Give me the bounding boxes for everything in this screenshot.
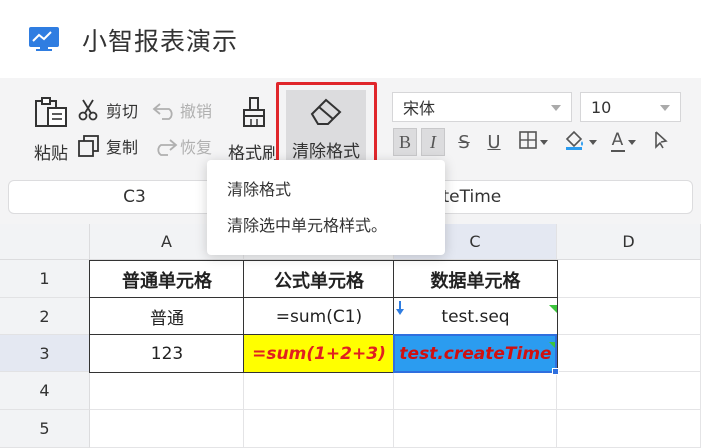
cell-b3[interactable]: =sum(1+2+3) bbox=[243, 334, 395, 373]
font-size-value: 10 bbox=[591, 97, 612, 117]
cell-b1[interactable]: 公式单元格 bbox=[243, 260, 395, 299]
undo-icon bbox=[152, 100, 178, 120]
arrow-down-icon bbox=[396, 300, 404, 315]
italic-icon: I bbox=[430, 131, 436, 152]
row-header-1[interactable]: 1 bbox=[0, 260, 90, 298]
paste-label: 粘贴 bbox=[34, 144, 68, 164]
cell-d1[interactable] bbox=[557, 260, 701, 298]
redo-label: 恢复 bbox=[180, 138, 213, 157]
chevron-down-icon bbox=[588, 139, 597, 145]
tooltip-title: 清除格式 bbox=[227, 180, 292, 199]
cell-d5[interactable] bbox=[557, 410, 701, 448]
cell-a2[interactable]: 普通 bbox=[89, 297, 245, 336]
cell-d2[interactable] bbox=[557, 298, 701, 335]
strikethrough-button[interactable]: S bbox=[452, 128, 476, 156]
chevron-down-icon bbox=[539, 139, 548, 145]
copy-icon bbox=[78, 135, 100, 157]
font-color-button[interactable]: A bbox=[604, 128, 642, 156]
cell-b2[interactable]: =sum(C1) bbox=[243, 297, 395, 336]
chevron-down-icon bbox=[660, 105, 670, 111]
font-color-swatch bbox=[610, 150, 625, 152]
pointer-arrow-icon bbox=[653, 130, 669, 154]
app-logo-icon bbox=[28, 26, 60, 52]
format-painter-button[interactable]: 格式刷 bbox=[228, 96, 279, 164]
strikethrough-icon: S bbox=[458, 131, 470, 153]
bold-icon: B bbox=[398, 131, 411, 152]
paste-button[interactable]: 粘贴 bbox=[34, 96, 68, 164]
cell-c1[interactable]: 数据单元格 bbox=[393, 260, 558, 299]
scissors-icon bbox=[78, 99, 100, 121]
redo-button[interactable]: 恢复 bbox=[152, 134, 212, 158]
undo-label: 撤销 bbox=[180, 102, 213, 121]
highlight-frame bbox=[276, 82, 377, 164]
cell-b5[interactable] bbox=[244, 410, 394, 448]
font-size-select[interactable]: 10 bbox=[580, 92, 681, 122]
font-family-select[interactable]: 宋体 bbox=[392, 92, 572, 122]
redo-icon bbox=[152, 136, 178, 156]
undo-button[interactable]: 撤销 bbox=[152, 98, 212, 122]
cut-button[interactable]: 剪切 bbox=[78, 98, 138, 122]
title-bar: 小智报表演示 bbox=[0, 0, 701, 78]
row-header-2[interactable]: 2 bbox=[0, 298, 90, 335]
row-header-3[interactable]: 3 bbox=[0, 335, 90, 372]
italic-button[interactable]: I bbox=[421, 128, 445, 156]
fill-handle[interactable] bbox=[552, 368, 559, 375]
cell-c2[interactable]: test.seq bbox=[393, 297, 558, 336]
cut-label: 剪切 bbox=[106, 102, 139, 121]
cell-a3[interactable]: 123 bbox=[89, 334, 245, 373]
row-header-4[interactable]: 4 bbox=[0, 372, 90, 410]
corner-marker-icon bbox=[549, 335, 557, 350]
fill-color-button[interactable] bbox=[560, 128, 600, 156]
cell-b4[interactable] bbox=[244, 372, 394, 410]
select-all-corner[interactable] bbox=[0, 224, 90, 260]
font-family-value: 宋体 bbox=[403, 99, 436, 118]
border-grid-icon bbox=[518, 130, 537, 154]
clear-format-tooltip: 清除格式 清除选中单元格样式。 bbox=[207, 160, 445, 255]
column-header-d[interactable]: D bbox=[557, 224, 701, 260]
copy-button[interactable]: 复制 bbox=[78, 134, 138, 158]
font-color-icon: A bbox=[610, 130, 625, 152]
cell-d4[interactable] bbox=[557, 372, 701, 410]
row-header-5[interactable]: 5 bbox=[0, 410, 90, 448]
paint-bucket-icon bbox=[564, 130, 586, 155]
chevron-down-icon bbox=[551, 105, 561, 111]
cell-c3[interactable]: test.createTime bbox=[393, 334, 558, 373]
chevron-down-icon bbox=[627, 139, 636, 145]
app-title: 小智报表演示 bbox=[82, 27, 239, 56]
font-color-glyph: A bbox=[611, 130, 624, 150]
bold-button[interactable]: B bbox=[393, 128, 417, 156]
border-button[interactable] bbox=[514, 128, 552, 156]
cell-a5[interactable] bbox=[90, 410, 244, 448]
underline-icon: U bbox=[487, 131, 501, 153]
cell-c5[interactable] bbox=[394, 410, 557, 448]
cell-c4[interactable] bbox=[394, 372, 557, 410]
tooltip-description: 清除选中单元格样式。 bbox=[227, 216, 388, 235]
underline-button[interactable]: U bbox=[482, 128, 506, 156]
cell-a1[interactable]: 普通单元格 bbox=[89, 260, 245, 299]
paint-brush-icon bbox=[240, 96, 268, 133]
paste-icon bbox=[34, 96, 68, 133]
copy-label: 复制 bbox=[106, 138, 139, 157]
clear-arrow-button[interactable] bbox=[650, 128, 672, 156]
cell-d3[interactable] bbox=[557, 335, 701, 372]
cell-a4[interactable] bbox=[90, 372, 244, 410]
corner-marker-icon bbox=[549, 298, 557, 313]
